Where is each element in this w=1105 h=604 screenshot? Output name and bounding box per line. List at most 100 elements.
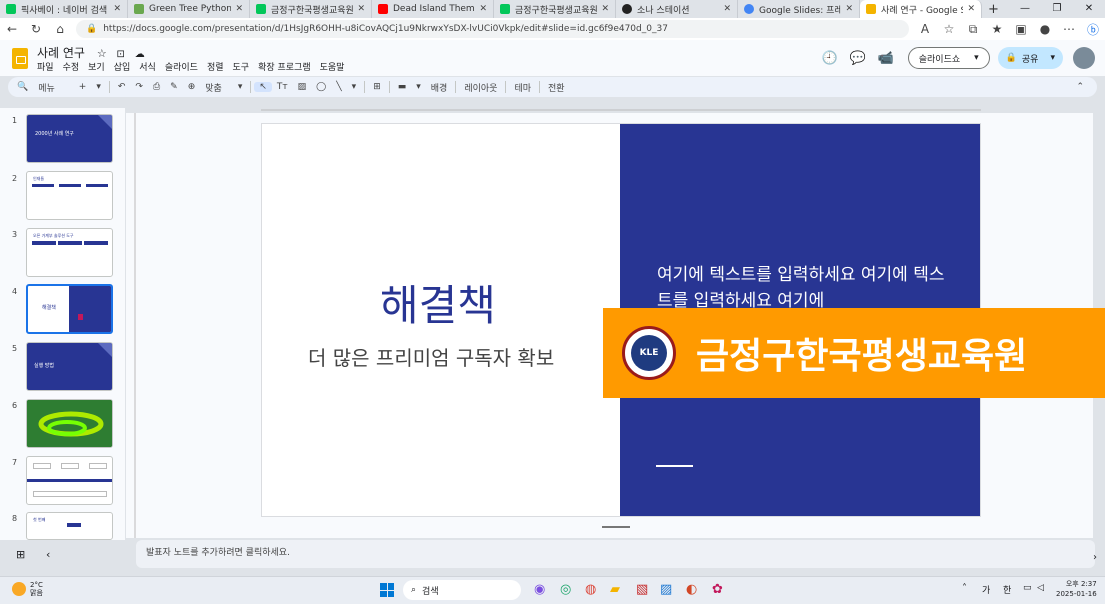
- speaker-notes[interactable]: 발표자 노트를 추가하려면 클릭하세요.: [136, 540, 1095, 568]
- slides-logo-icon[interactable]: [12, 48, 28, 69]
- meet-icon[interactable]: 📹: [872, 51, 900, 66]
- minimize-icon[interactable]: —: [1009, 0, 1041, 18]
- photos-icon[interactable]: ▨: [660, 582, 672, 597]
- close-window-icon[interactable]: ✕: [1073, 0, 1105, 18]
- weather-widget[interactable]: 2°C 맑음: [12, 581, 43, 597]
- close-icon[interactable]: ✕: [845, 4, 853, 14]
- slide-thumbnail[interactable]: 인재들: [26, 171, 113, 220]
- slideshow-button[interactable]: 슬라이드쇼 ▾: [907, 47, 990, 69]
- chrome-icon[interactable]: ◍: [585, 582, 596, 597]
- new-slide-icon[interactable]: +: [74, 82, 92, 92]
- favorite-icon[interactable]: ☆: [937, 22, 961, 36]
- chevron-down-icon[interactable]: ▾: [411, 82, 426, 92]
- back-icon[interactable]: ←: [0, 22, 24, 36]
- chevron-down-icon[interactable]: ▾: [347, 82, 362, 92]
- close-icon[interactable]: ✕: [723, 4, 731, 14]
- menu-edit[interactable]: 수정: [63, 60, 80, 73]
- shape-icon[interactable]: ◯: [311, 82, 331, 92]
- menu-help[interactable]: 도움말: [320, 60, 345, 73]
- tray-chevron-icon[interactable]: ˄: [962, 583, 967, 594]
- grid-view-icon[interactable]: ⊞: [16, 548, 25, 561]
- browser-tab[interactable]: 금정구한국평생교육원 : 네이버✕: [494, 0, 616, 18]
- star-icon[interactable]: ☆: [97, 47, 107, 60]
- close-icon[interactable]: ✕: [479, 4, 487, 14]
- document-title[interactable]: 사례 연구 ☆ ⊡ ☁: [37, 44, 145, 61]
- slide-subtitle[interactable]: 더 많은 프리미엄 구독자 확보: [308, 342, 554, 371]
- taskbar-search[interactable]: ⌕ 검색: [403, 580, 521, 600]
- comment-add-icon[interactable]: ⊞: [368, 82, 386, 92]
- slide-thumbnail[interactable]: 실행 방법: [26, 342, 113, 391]
- paint-icon[interactable]: ▧: [636, 582, 648, 597]
- close-icon[interactable]: ✕: [235, 4, 243, 14]
- home-icon[interactable]: ⌂: [48, 22, 72, 36]
- extensions-icon[interactable]: ⧉: [961, 22, 985, 37]
- slide-thumbnail[interactable]: [26, 399, 113, 448]
- move-icon[interactable]: ⊡: [117, 49, 125, 60]
- slide-body-text[interactable]: 여기에 텍스트를 입력하세요 여기에 텍스트를 입력하세요 여기에: [657, 262, 957, 314]
- start-icon[interactable]: [380, 583, 394, 597]
- collections-icon[interactable]: ▣: [1009, 22, 1033, 36]
- undo-icon[interactable]: ↶: [113, 82, 131, 92]
- line-icon[interactable]: ╲: [331, 82, 346, 92]
- collapse-icon[interactable]: ⌃: [1071, 82, 1089, 92]
- restore-icon[interactable]: ❐: [1041, 0, 1073, 18]
- chevron-down-icon[interactable]: ▾: [1050, 53, 1055, 63]
- profile-icon[interactable]: ●: [1033, 22, 1057, 36]
- slide-thumbnail[interactable]: 오픈 가계부 솔루션 도구: [26, 228, 113, 277]
- browser-tab[interactable]: Green Tree Python Snake - Fr✕: [128, 0, 250, 18]
- theme-button[interactable]: 테마: [509, 81, 536, 94]
- chevron-down-icon[interactable]: ▾: [91, 82, 106, 92]
- close-icon[interactable]: ✕: [113, 4, 121, 14]
- slide-thumbnail[interactable]: [26, 456, 113, 505]
- browser-tab-active[interactable]: 사례 연구 - Google Slides✕: [860, 0, 982, 18]
- border-weight-icon[interactable]: ▬: [393, 82, 412, 92]
- chevron-down-icon[interactable]: ▾: [233, 82, 248, 92]
- comment-icon[interactable]: 💬: [844, 51, 872, 66]
- clock[interactable]: 오후 2:37 2025-01-16: [1056, 579, 1097, 599]
- slide-thumbnail[interactable]: 첫 번째: [26, 512, 113, 540]
- chevron-down-icon[interactable]: ▾: [974, 53, 979, 63]
- powerpoint-icon[interactable]: ◐: [686, 582, 697, 597]
- browser-tab[interactable]: Google Slides: 프레젠테이션✕: [738, 0, 860, 18]
- paint-format-icon[interactable]: ✎: [165, 82, 183, 92]
- menu-file[interactable]: 파일: [37, 60, 54, 73]
- menu-search[interactable]: 메뉴: [33, 81, 60, 94]
- reload-icon[interactable]: ↻: [24, 22, 48, 36]
- menu-slide[interactable]: 슬라이드: [165, 60, 198, 73]
- edge-icon[interactable]: ◎: [560, 582, 571, 597]
- new-tab-button[interactable]: +: [982, 0, 1002, 18]
- cloud-icon[interactable]: ☁: [135, 49, 145, 60]
- notes-drag-handle[interactable]: [602, 526, 630, 528]
- browser-tab[interactable]: 금정구한국평생교육원 : 네이버✕: [250, 0, 372, 18]
- explorer-icon[interactable]: ▰: [610, 582, 620, 597]
- browser-tab[interactable]: 픽사베이 : 네이버 검색 ✕: [0, 0, 128, 18]
- browser-tab[interactable]: Dead Island Theme, 10 Ho✕: [372, 0, 494, 18]
- app-icon[interactable]: ✿: [712, 582, 723, 597]
- collapse-panel-icon[interactable]: ‹: [46, 548, 50, 561]
- url-field[interactable]: 🔒 https://docs.google.com/presentation/d…: [76, 20, 909, 38]
- explore-icon[interactable]: ›: [1093, 552, 1097, 563]
- favorites-bar-icon[interactable]: ★: [985, 22, 1009, 36]
- bing-icon[interactable]: ⓑ: [1081, 21, 1105, 38]
- layout-button[interactable]: 레이아웃: [459, 81, 502, 94]
- menu-tools[interactable]: 도구: [233, 60, 250, 73]
- text-box-icon[interactable]: Tт: [272, 82, 293, 92]
- close-icon[interactable]: ✕: [967, 4, 975, 14]
- ime-language[interactable]: 가: [982, 583, 990, 596]
- menu-arrange[interactable]: 정렬: [207, 60, 224, 73]
- share-button[interactable]: 🔒 공유 ▾: [997, 47, 1063, 69]
- zoom-icon[interactable]: ⊕: [183, 82, 201, 92]
- history-icon[interactable]: 🕘: [816, 51, 844, 66]
- close-icon[interactable]: ✕: [601, 4, 609, 14]
- ime-mode[interactable]: 한: [1003, 583, 1011, 596]
- select-icon[interactable]: ↖: [254, 82, 272, 92]
- print-icon[interactable]: ⎙: [148, 82, 165, 92]
- image-icon[interactable]: ▨: [293, 82, 312, 92]
- menu-insert[interactable]: 삽입: [114, 60, 131, 73]
- search-icon[interactable]: 🔍: [12, 82, 33, 92]
- slide-title[interactable]: 해결책: [380, 272, 496, 333]
- zoom-select[interactable]: 맞춤: [200, 81, 227, 94]
- menu-extensions[interactable]: 확장 프로그램: [258, 60, 311, 73]
- network-icon[interactable]: ▭: [1023, 583, 1032, 593]
- volume-icon[interactable]: ◁: [1037, 583, 1044, 593]
